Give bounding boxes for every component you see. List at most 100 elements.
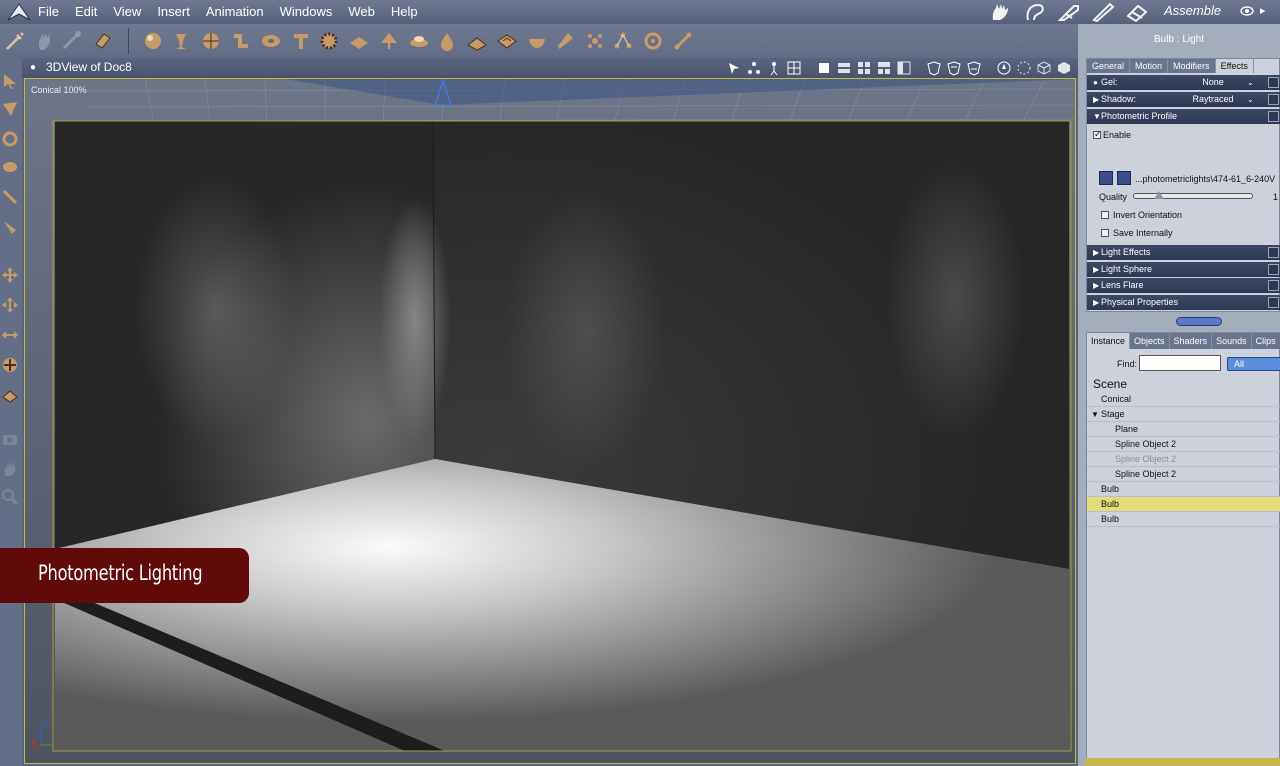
triple-view-icon[interactable]: [876, 60, 892, 76]
navigate-icon[interactable]: [996, 60, 1012, 76]
quality-slider[interactable]: [1133, 191, 1253, 199]
gear-icon[interactable]: [316, 28, 342, 54]
terrain-2-icon[interactable]: [494, 28, 520, 54]
shadow-select[interactable]: Raytraced: [1177, 92, 1249, 107]
tab-effects[interactable]: Effects: [1215, 59, 1254, 73]
bowl-icon[interactable]: [524, 28, 550, 54]
torus-icon[interactable]: [258, 28, 284, 54]
lens-flare-row[interactable]: ▶ Lens Flare: [1087, 278, 1280, 293]
expand-icon[interactable]: ▶: [1093, 245, 1099, 260]
expand-icon[interactable]: ▶: [1093, 278, 1099, 293]
room-label[interactable]: Assemble: [1164, 3, 1221, 18]
chevron-down-icon[interactable]: ⌄: [1247, 75, 1254, 90]
hand-icon[interactable]: [32, 28, 58, 54]
layout-icon[interactable]: [896, 60, 912, 76]
menu-edit[interactable]: Edit: [75, 0, 105, 24]
pipe-icon[interactable]: [228, 28, 254, 54]
panel-toggle-icon[interactable]: [1268, 264, 1279, 275]
tree-item-plane[interactable]: Plane: [1087, 422, 1280, 437]
interaction-icon[interactable]: [2, 28, 28, 54]
ring-icon[interactable]: [640, 28, 666, 54]
shield-filter-icon[interactable]: [926, 60, 942, 76]
cloth-room-icon[interactable]: [1090, 2, 1116, 22]
bone2-icon[interactable]: [670, 28, 696, 54]
pose-icon[interactable]: [766, 60, 782, 76]
tab-instance[interactable]: Instance: [1087, 333, 1131, 349]
save-internally-checkbox[interactable]: [1101, 229, 1109, 237]
bone-icon[interactable]: [58, 28, 84, 54]
grid-toggle-icon[interactable]: [786, 60, 802, 76]
tab-motion[interactable]: Motion: [1130, 59, 1169, 73]
slider-thumb-icon[interactable]: [1154, 191, 1164, 199]
tree-item-conical[interactable]: Conical: [1087, 392, 1280, 407]
expand-icon[interactable]: ▶: [1093, 92, 1099, 107]
chevron-down-icon[interactable]: ⌄: [1247, 92, 1254, 107]
gel-row[interactable]: ● Gel: None ⌄: [1087, 75, 1280, 90]
browse-folder-icon[interactable]: [1117, 171, 1131, 185]
panel-toggle-icon[interactable]: [1268, 77, 1279, 88]
hand-pan-tool-icon[interactable]: [0, 458, 20, 480]
invert-orientation-checkbox[interactable]: [1101, 211, 1109, 219]
panel-toggle-icon[interactable]: [1268, 247, 1279, 258]
menu-insert[interactable]: Insert: [157, 0, 198, 24]
tab-sounds[interactable]: Sounds: [1212, 333, 1252, 349]
panel-toggle-icon[interactable]: [1268, 297, 1279, 308]
menu-web[interactable]: Web: [348, 0, 383, 24]
panel-toggle-icon[interactable]: [1268, 111, 1279, 122]
tab-modifiers[interactable]: Modifiers: [1168, 59, 1216, 73]
tree-item-stage[interactable]: ▼ Stage: [1087, 407, 1280, 422]
panel-splitter[interactable]: [1176, 317, 1222, 326]
filter-select[interactable]: All: [1227, 357, 1280, 371]
taper-tool-icon[interactable]: [0, 216, 20, 238]
timeline-strip[interactable]: [1085, 758, 1280, 766]
nodes-icon[interactable]: [610, 28, 636, 54]
goblet-icon[interactable]: [168, 28, 194, 54]
scale-tool-icon[interactable]: [0, 384, 20, 406]
tree-item-spline-3[interactable]: Spline Object 2: [1087, 467, 1280, 482]
tab-clips[interactable]: Clips: [1251, 333, 1280, 349]
sphere-icon[interactable]: [140, 28, 166, 54]
app-logo-icon[interactable]: [6, 2, 32, 22]
pick-object-icon[interactable]: [726, 60, 742, 76]
hierarchy-icon[interactable]: [746, 60, 762, 76]
panel-toggle-icon[interactable]: [1268, 280, 1279, 291]
terrain-icon[interactable]: [464, 28, 490, 54]
face-room-icon[interactable]: [1022, 2, 1048, 22]
collapse-icon[interactable]: ▼: [1093, 109, 1101, 124]
wireframe-cube-icon[interactable]: [1036, 60, 1052, 76]
shadow-row[interactable]: ▶ Shadow: Raytraced ⌄: [1087, 92, 1280, 107]
rotate-tool-icon[interactable]: [0, 128, 20, 150]
light-sphere-row[interactable]: ▶ Light Sphere: [1087, 262, 1280, 277]
tree-item-spline-1[interactable]: Spline Object 2: [1087, 437, 1280, 452]
menu-file[interactable]: File: [38, 0, 67, 24]
expand-icon[interactable]: ▶: [1093, 262, 1099, 277]
orbit-icon[interactable]: [1016, 60, 1032, 76]
enable-checkbox[interactable]: [1093, 129, 1102, 140]
physical-properties-row[interactable]: ▶ Physical Properties: [1087, 295, 1280, 310]
expand-icon[interactable]: ▶: [1093, 295, 1099, 310]
collapse-icon[interactable]: ▼: [1091, 407, 1099, 422]
tree-item-bulb-2[interactable]: Bulb: [1087, 497, 1280, 512]
hand-pose-room-icon[interactable]: [988, 2, 1014, 22]
panel-toggle-icon[interactable]: [1268, 94, 1279, 105]
light-effects-row[interactable]: ▶ Light Effects: [1087, 245, 1280, 260]
open-folder-icon[interactable]: [1099, 171, 1113, 185]
quad-view-icon[interactable]: [856, 60, 872, 76]
cloud-icon[interactable]: [406, 28, 432, 54]
link-icon[interactable]: [90, 28, 116, 54]
move-yz-tool-icon[interactable]: [0, 354, 20, 376]
pen-tool-icon[interactable]: [0, 186, 20, 208]
tab-objects[interactable]: Objects: [1130, 333, 1170, 349]
move-xy-tool-icon[interactable]: [0, 294, 20, 316]
globe-icon[interactable]: [198, 28, 224, 54]
tree-item-spline-2[interactable]: Spline Object 2: [1087, 452, 1280, 467]
zoom-tool-icon[interactable]: [0, 486, 20, 508]
move-tool-icon[interactable]: [0, 264, 20, 286]
menu-animation[interactable]: Animation: [206, 0, 272, 24]
plane-icon[interactable]: [346, 28, 372, 54]
arrow-tool-icon[interactable]: [0, 70, 20, 92]
camera-tool-icon[interactable]: [0, 428, 20, 450]
find-input[interactable]: [1139, 355, 1221, 371]
tree-item-bulb-1[interactable]: Bulb: [1087, 482, 1280, 497]
text-icon[interactable]: [288, 28, 314, 54]
